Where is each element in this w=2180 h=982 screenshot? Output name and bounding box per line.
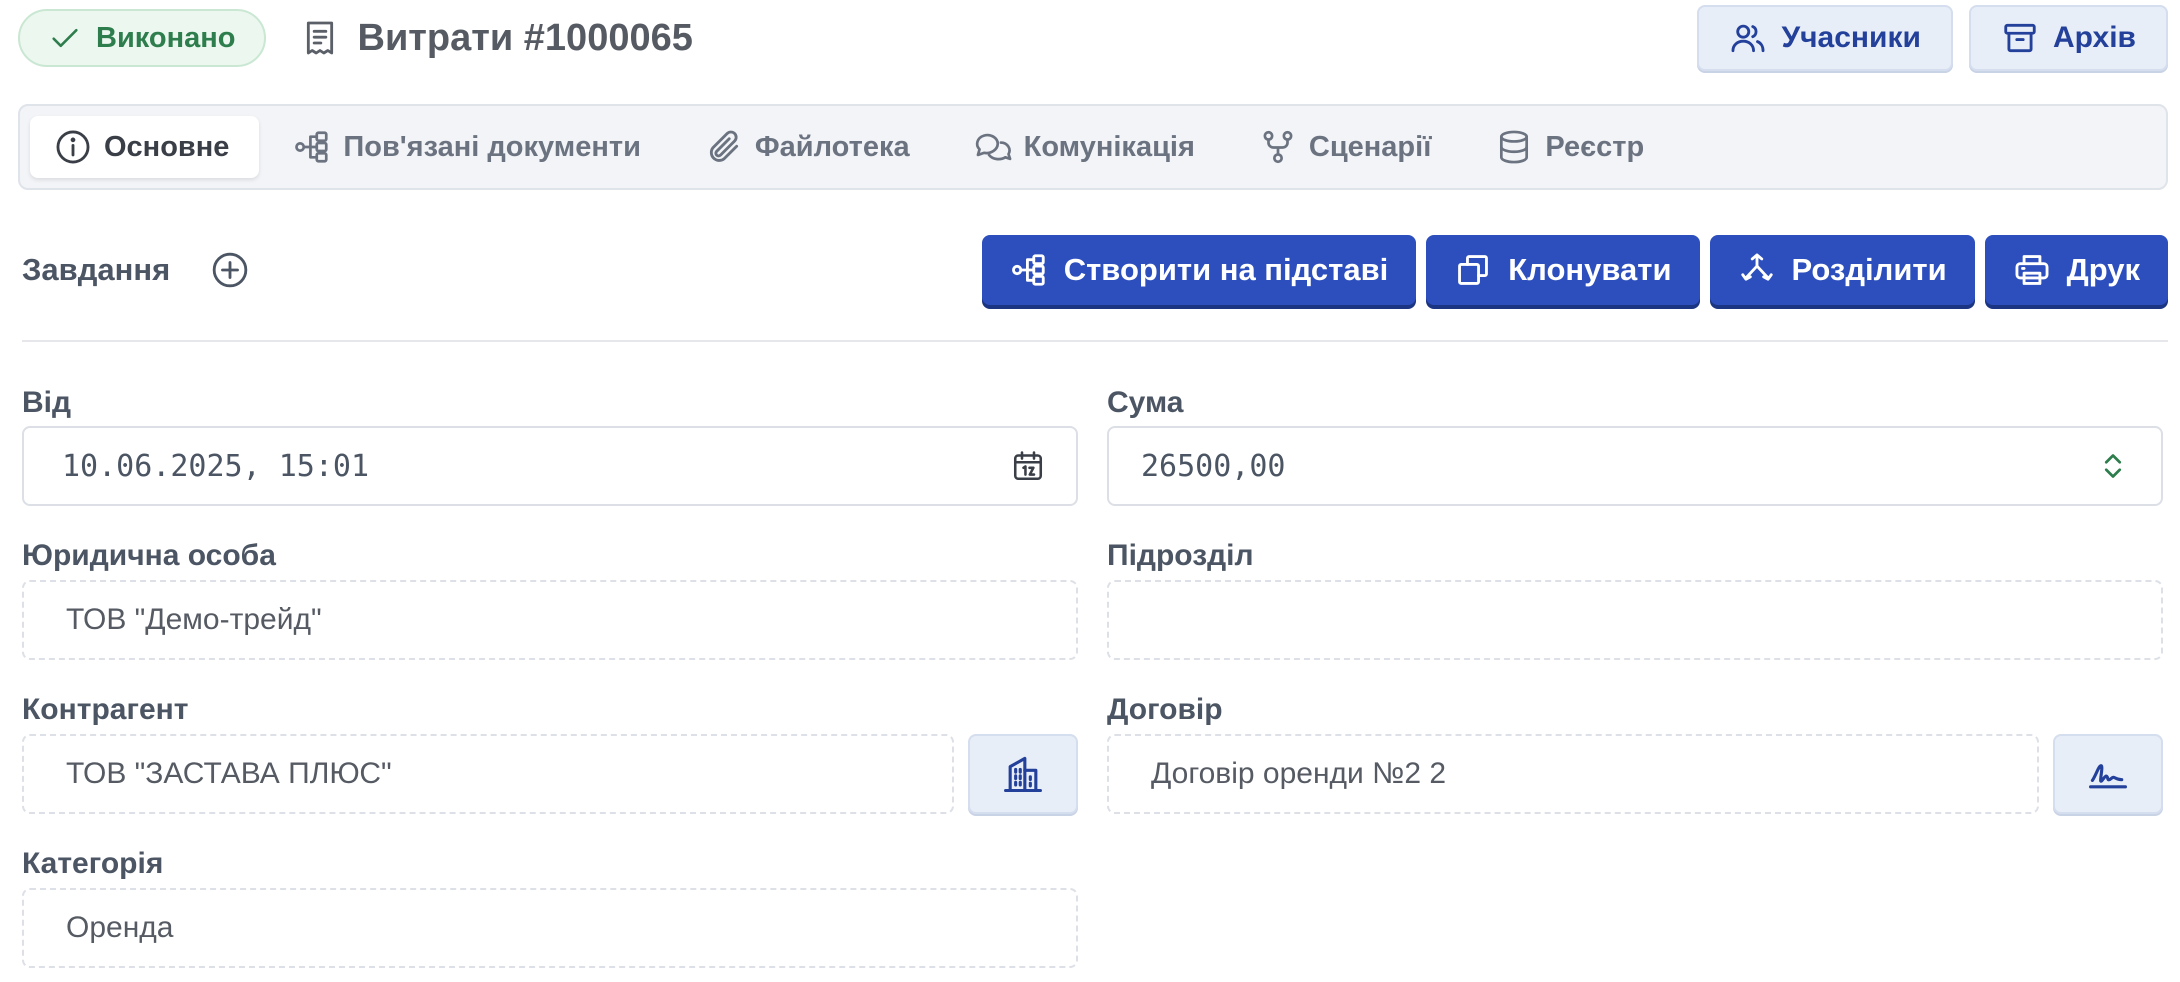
- workflow-icon: [1263, 130, 1293, 164]
- create-based-on-label: Створити на підставі: [1063, 252, 1389, 287]
- linked-docs-icon: [295, 131, 328, 163]
- counterparty-label: Контрагент: [22, 693, 189, 726]
- department-field[interactable]: [1107, 580, 2163, 660]
- tab-label: Основне: [104, 130, 230, 163]
- archive-button[interactable]: Архів: [1968, 5, 2168, 71]
- tab-registry[interactable]: Реєстр: [1471, 116, 1674, 178]
- stepper-icon[interactable]: [2095, 448, 2131, 484]
- check-icon: [52, 28, 78, 48]
- sum-field[interactable]: 26500,00: [1107, 426, 2163, 506]
- database-icon: [1500, 130, 1529, 164]
- participants-label: Учасники: [1781, 21, 1921, 54]
- tab-linked-documents[interactable]: Пов'язані документи: [269, 116, 671, 178]
- from-date-label: Від: [22, 386, 72, 419]
- tasks-toolbar: Завдання Створити на підставі Клонувати …: [22, 234, 2168, 306]
- add-task-icon[interactable]: [210, 250, 250, 290]
- tab-main[interactable]: Основне: [30, 116, 260, 178]
- page-title: Витрати #1000065: [300, 17, 693, 60]
- document-header: Виконано Витрати #1000065 Учасники Архів: [18, 5, 2168, 71]
- tab-label: Файлотека: [754, 130, 910, 163]
- split-button[interactable]: Розділити: [1709, 235, 1975, 305]
- participants-button[interactable]: Учасники: [1697, 5, 1953, 71]
- header-actions: Учасники Архів: [1697, 5, 2168, 71]
- split-label: Розділити: [1791, 252, 1947, 287]
- tab-label: Реєстр: [1545, 130, 1645, 163]
- info-icon: [56, 130, 90, 164]
- contract-value: Договір оренди №2 2: [1151, 757, 1447, 790]
- department-label: Підрозділ: [1107, 539, 1254, 572]
- from-date-field[interactable]: 10.06.2025, 15:01: [22, 426, 1078, 506]
- print-label: Друк: [2066, 252, 2140, 287]
- users-icon: [1732, 24, 1765, 53]
- status-label: Виконано: [96, 21, 236, 54]
- document-title: Витрати #1000065: [357, 16, 693, 59]
- sum-value: 26500,00: [1141, 448, 1286, 484]
- contract-card-button[interactable]: [2053, 734, 2163, 814]
- expense-document-page: Виконано Витрати #1000065 Учасники Архів…: [0, 0, 2180, 982]
- legal-entity-value: ТОВ "Демо-трейд": [66, 603, 322, 636]
- print-button[interactable]: Друк: [1984, 235, 2168, 305]
- signature-icon: [2089, 764, 2127, 789]
- tab-communication[interactable]: Комунікація: [950, 116, 1225, 178]
- counterparty-field[interactable]: ТОВ "ЗАСТАВА ПЛЮС": [22, 734, 954, 814]
- divider: [22, 340, 2168, 342]
- clone-button[interactable]: Клонувати: [1426, 235, 1700, 305]
- create-based-on-button[interactable]: Створити на підставі: [981, 235, 1417, 305]
- document-actions: Створити на підставі Клонувати Розділити…: [981, 235, 2168, 305]
- tasks-label: Завдання: [22, 252, 171, 287]
- category-value: Оренда: [66, 911, 174, 944]
- from-date-value: 10.06.2025, 15:01: [62, 448, 370, 484]
- counterparty-card-button[interactable]: [968, 734, 1078, 814]
- tab-label: Сценарії: [1308, 130, 1432, 163]
- calendar-icon[interactable]: [1010, 448, 1046, 484]
- linked-docs-icon: [1011, 254, 1045, 286]
- legal-entity-field[interactable]: ТОВ "Демо-трейд": [22, 580, 1078, 660]
- receipt-icon: [306, 21, 333, 55]
- printer-icon: [2015, 255, 2049, 285]
- tab-scenarios[interactable]: Сценарії: [1235, 116, 1461, 178]
- contract-field[interactable]: Договір оренди №2 2: [1107, 734, 2039, 814]
- copy-icon: [1458, 255, 1489, 285]
- paperclip-icon: [709, 130, 738, 162]
- category-field[interactable]: Оренда: [22, 888, 1078, 968]
- sum-label: Сума: [1107, 386, 1184, 419]
- building-icon: [1004, 756, 1042, 793]
- status-badge: Виконано: [18, 9, 266, 67]
- chat-icon: [975, 133, 1012, 161]
- tab-file-library[interactable]: Файлотека: [681, 116, 940, 178]
- contract-label: Договір: [1107, 693, 1223, 726]
- category-label: Категорія: [22, 847, 164, 880]
- archive-icon: [2004, 23, 2036, 53]
- counterparty-value: ТОВ "ЗАСТАВА ПЛЮС": [66, 757, 392, 790]
- tab-label: Пов'язані документи: [343, 130, 641, 163]
- archive-label: Архів: [2052, 21, 2136, 54]
- split-icon: [1740, 253, 1773, 281]
- tab-label: Комунікація: [1023, 130, 1195, 163]
- legal-entity-label: Юридична особа: [22, 539, 276, 572]
- document-tabs: Основне Пов'язані документи Файлотека Ко…: [18, 104, 2168, 190]
- clone-label: Клонувати: [1508, 252, 1672, 287]
